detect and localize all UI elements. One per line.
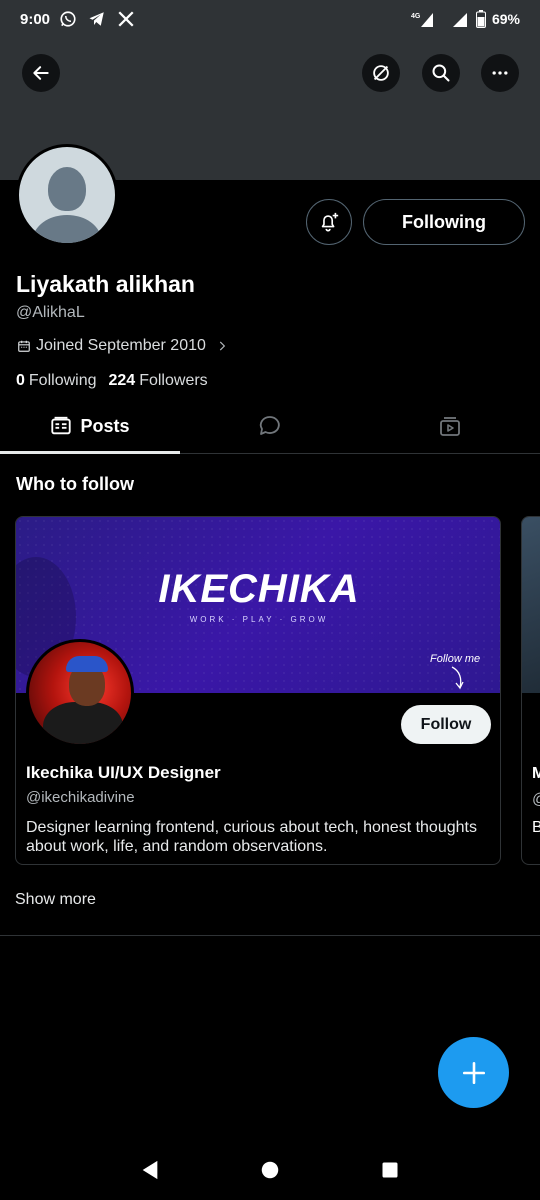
calendar-icon xyxy=(18,340,30,352)
whatsapp-icon xyxy=(58,9,78,29)
tab-replies[interactable] xyxy=(180,399,360,453)
suggested-user-bio: Designer learning frontend, curious abou… xyxy=(26,819,477,855)
next-card-name-fragment: M xyxy=(532,765,540,783)
more-icon xyxy=(492,71,508,75)
who-to-follow-title: Who to follow xyxy=(16,474,134,494)
battery-icon xyxy=(475,9,487,29)
battery-level: 69% xyxy=(491,11,520,27)
section-divider xyxy=(0,935,540,936)
nav-recents-button[interactable] xyxy=(378,1158,402,1182)
back-icon xyxy=(33,66,49,80)
replies-icon xyxy=(259,416,280,435)
wifi-signal-icon xyxy=(450,9,470,29)
compose-button[interactable] xyxy=(438,1037,509,1108)
joined-label: Joined September 2010 xyxy=(36,337,206,354)
show-more-link[interactable]: Show more xyxy=(15,891,96,909)
avatar-placeholder-head xyxy=(48,167,86,211)
follow-stats: 0 Following 224 Followers xyxy=(16,372,208,390)
bell-plus-icon xyxy=(321,212,339,232)
search-icon xyxy=(432,64,450,82)
curved-arrow-icon xyxy=(451,666,464,690)
followers-count: 224 xyxy=(108,372,136,389)
follow-button[interactable]: Follow xyxy=(401,705,491,744)
display-name: Liyakath alikhan xyxy=(16,271,195,297)
banner-brand-text: IKECHIKA xyxy=(158,567,360,611)
following-button[interactable]: Following xyxy=(363,199,525,245)
followers-stat[interactable]: 224 Followers xyxy=(109,372,208,390)
profile-handle: @AlikhaL xyxy=(16,304,85,321)
tab-posts[interactable]: Posts xyxy=(0,399,180,454)
signal-icon: 4G xyxy=(411,9,445,29)
chevron-right-icon xyxy=(219,341,226,351)
status-time: 9:00 xyxy=(20,10,51,28)
grok-button[interactable] xyxy=(362,54,400,92)
tab-posts-label: Posts xyxy=(80,415,130,436)
notification-icons xyxy=(58,9,136,29)
next-card-handle-fragment: @ xyxy=(532,791,540,809)
x-icon xyxy=(116,9,136,29)
tab-media[interactable] xyxy=(360,399,540,453)
avatar-placeholder-body xyxy=(33,215,101,243)
profile-tabs: Posts xyxy=(0,399,540,454)
posts-icon xyxy=(51,416,72,435)
avatar-torso xyxy=(43,702,123,744)
triangle-back-icon xyxy=(142,1160,158,1180)
avatar-cap xyxy=(66,656,108,672)
plus-icon xyxy=(462,1061,485,1084)
suggested-user-name[interactable]: Ikechika UI/UX Designer xyxy=(26,763,221,783)
followers-stat-label: Followers xyxy=(139,372,208,389)
suggested-user-handle: @ikechikadivine xyxy=(26,789,135,806)
banner-follow-me: Follow me xyxy=(430,653,481,665)
suggested-user-card[interactable]: IKECHIKA WORK · PLAY · GROW Follow me Fo… xyxy=(15,516,501,865)
suggested-user-avatar[interactable] xyxy=(26,639,134,747)
following-stat-label: Following xyxy=(28,372,97,389)
banner-tagline: WORK · PLAY · GROW xyxy=(189,615,329,624)
profile-avatar[interactable] xyxy=(16,144,118,246)
system-nav-bar xyxy=(0,1140,540,1200)
telegram-icon xyxy=(87,9,107,29)
grok-icon xyxy=(373,65,389,81)
next-suggested-user-card[interactable]: M @ B xyxy=(521,516,540,865)
back-button[interactable] xyxy=(22,54,60,92)
nav-home-button[interactable] xyxy=(258,1158,282,1182)
svg-text:4G: 4G xyxy=(411,13,421,20)
status-right: 4G 69% xyxy=(411,9,520,29)
following-count: 0 xyxy=(16,372,25,389)
joined-date[interactable]: Joined September 2010 xyxy=(17,337,229,355)
nav-back-button[interactable] xyxy=(138,1158,162,1182)
media-icon xyxy=(440,417,460,436)
circle-home-icon xyxy=(261,1161,279,1179)
next-card-banner xyxy=(522,517,540,693)
square-recents-icon xyxy=(382,1162,398,1178)
next-card-bio-fragment: B xyxy=(532,819,540,837)
status-bar: 9:00 4G 69% xyxy=(0,0,540,38)
search-button[interactable] xyxy=(422,54,460,92)
notification-bell-button[interactable] xyxy=(306,199,352,245)
more-button[interactable] xyxy=(481,54,519,92)
following-stat[interactable]: 0 Following xyxy=(16,372,97,390)
